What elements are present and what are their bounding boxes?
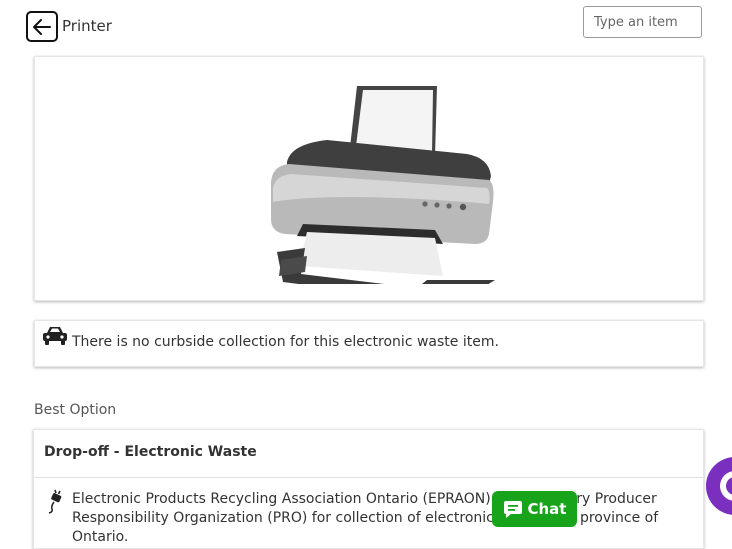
best-option-title: Drop-off - Electronic Waste [44, 444, 257, 460]
help-circle-icon [720, 471, 732, 501]
best-option-heading: Best Option [34, 402, 117, 418]
arrow-left-icon [33, 18, 51, 35]
search-input[interactable] [583, 6, 702, 38]
item-image-card [34, 56, 704, 301]
curbside-notice-card: There is no curbside collection for this… [34, 320, 704, 367]
plug-icon [48, 489, 62, 514]
chat-button-label: Chat [527, 500, 567, 518]
divider [34, 477, 703, 478]
best-option-card[interactable]: Drop-off - Electronic Waste Electronic P… [33, 429, 704, 549]
help-button[interactable] [706, 457, 732, 515]
curbside-notice-text: There is no curbside collection for this… [72, 334, 499, 350]
best-option-description: Electronic Products Recycling Associatio… [72, 491, 659, 545]
back-button[interactable] [26, 11, 58, 42]
chat-bubble-icon [503, 501, 522, 518]
chat-button[interactable]: Chat [492, 491, 577, 527]
car-icon [43, 327, 67, 345]
page-title: Printer [62, 17, 112, 35]
printer-image [271, 86, 495, 284]
